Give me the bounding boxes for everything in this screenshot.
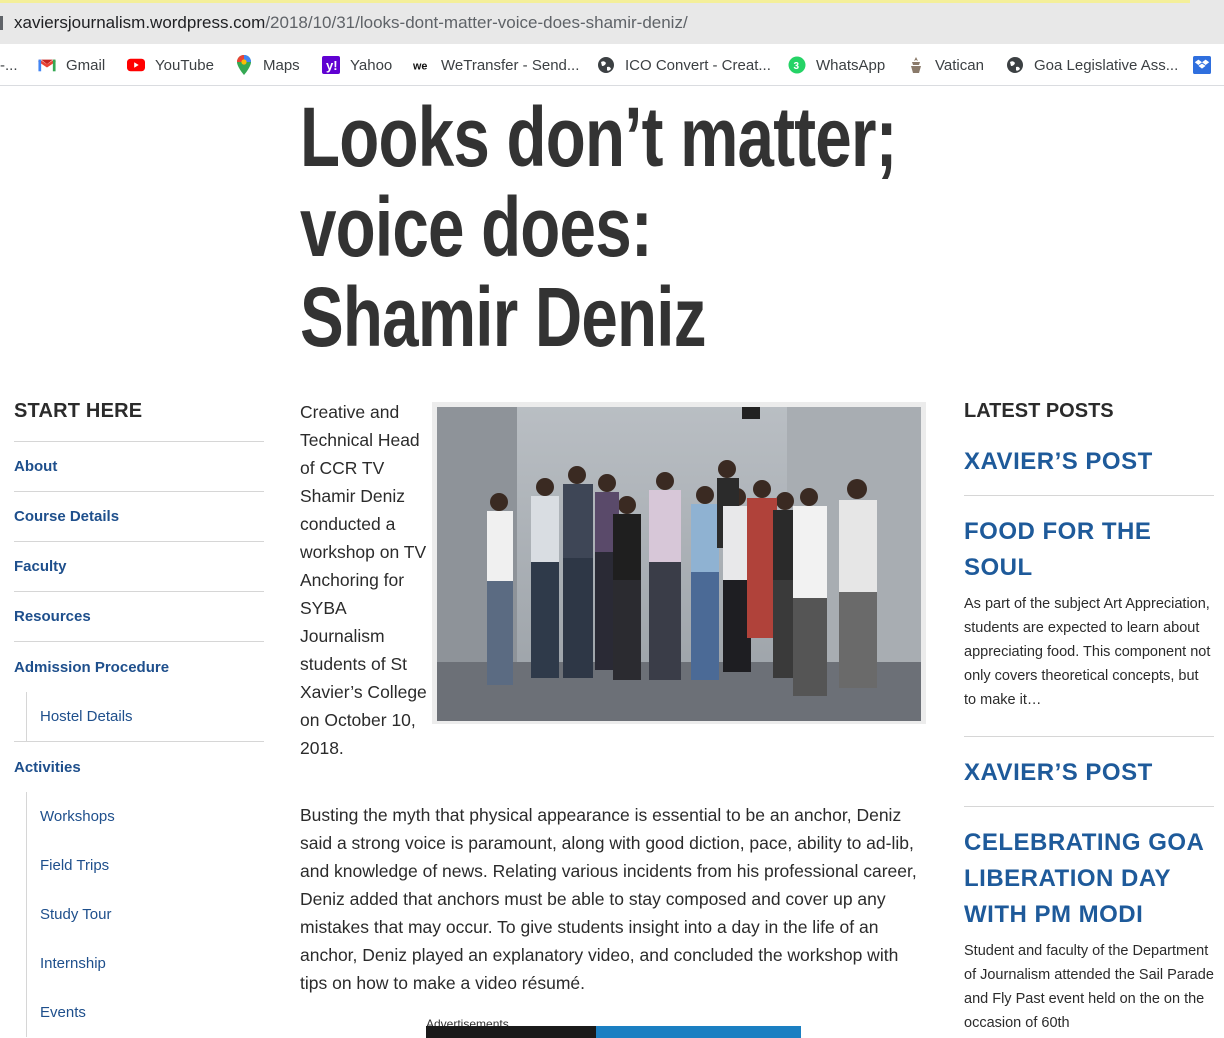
loading-line: [0, 0, 1190, 3]
start-here-menu: START HERE About Course Details Faculty …: [14, 400, 264, 1037]
admission-submenu: Hostel Details: [14, 692, 264, 742]
bookmark-truncated[interactable]: -...: [0, 54, 18, 76]
bookmark-label: Maps: [263, 56, 300, 74]
bookmark-gmail[interactable]: Gmail: [38, 54, 105, 76]
latest-posts-heading: LATEST POSTS: [964, 400, 1114, 422]
nav-resources[interactable]: Resources: [14, 592, 264, 642]
latest-posts-widget: LATEST POSTS XAVIER’S POST FOOD FOR THE …: [964, 400, 1214, 1035]
globe-icon: [597, 56, 615, 74]
nav-study-tour[interactable]: Study Tour: [14, 890, 264, 939]
wetransfer-icon: we: [413, 56, 431, 74]
bookmark-dropbox[interactable]: [1193, 54, 1221, 76]
url-text[interactable]: xaviersjournalism.wordpress.com/2018/10/…: [14, 13, 688, 33]
nav-about[interactable]: About: [14, 442, 264, 492]
bookmark-goa-legislative[interactable]: Goa Legislative Ass...: [1006, 54, 1178, 76]
start-here-heading: START HERE: [14, 400, 264, 442]
bookmark-ico-convert[interactable]: ICO Convert - Creat...: [597, 54, 771, 76]
bookmark-label: Yahoo: [350, 56, 393, 74]
advertisement-image: [426, 1026, 596, 1038]
nav-hostel-details[interactable]: Hostel Details: [14, 692, 264, 741]
bookmark-label: ICO Convert - Creat...: [625, 56, 771, 74]
bookmark-label: Goa Legislative Ass...: [1034, 56, 1179, 74]
divider: [964, 806, 1214, 807]
nav-activities[interactable]: Activities: [14, 742, 264, 792]
latest-post-link[interactable]: CELEBRATING GOA LIBERATION DAY WITH PM M…: [964, 825, 1214, 933]
bookmark-label: Vatican: [935, 56, 984, 74]
maps-icon: [235, 55, 253, 75]
globe-icon: [1006, 56, 1024, 74]
bookmark-label: YouTube: [155, 56, 214, 74]
url-domain: xaviersjournalism.wordpress.com: [14, 13, 266, 32]
post-title: Looks don’t matter; voice does: Shamir D…: [300, 90, 897, 364]
lead-paragraph: Creative and Technical Head of CCR TV Sh…: [300, 402, 427, 758]
group-photo[interactable]: [437, 407, 921, 721]
bookmark-label: Gmail: [66, 56, 106, 74]
post-content: Creative and Technical Head of CCR TV Sh…: [300, 398, 926, 1038]
nav-field-trips[interactable]: Field Trips: [14, 841, 264, 890]
bookmark-yahoo[interactable]: y! Yahoo: [322, 54, 392, 76]
activities-submenu: Workshops Field Trips Study Tour Interns…: [14, 792, 264, 1037]
bookmark-maps[interactable]: Maps: [235, 54, 300, 76]
bookmark-wetransfer[interactable]: we WeTransfer - Send...: [413, 54, 579, 76]
post-title-line: Looks don’t matter;: [300, 90, 897, 184]
svg-text:3: 3: [794, 61, 800, 72]
nav-course-details[interactable]: Course Details: [14, 492, 264, 542]
bookmark-label: -...: [0, 56, 18, 74]
latest-post-excerpt: Student and faculty of the Department of…: [964, 943, 1214, 1031]
divider: [964, 736, 1214, 737]
advertisement-banner[interactable]: [426, 1026, 801, 1038]
dropbox-icon: [1193, 56, 1211, 74]
latest-post-excerpt: As part of the subject Art Appreciation,…: [964, 596, 1211, 708]
svg-text:y!: y!: [326, 58, 338, 73]
vatican-icon: [907, 56, 925, 74]
bookmark-youtube[interactable]: YouTube: [127, 54, 214, 76]
gmail-icon: [38, 56, 56, 74]
bookmarks-bar: -... Gmail YouTube Maps y! Yahoo we WeTr…: [0, 44, 1224, 86]
bookmark-label: WhatsApp: [816, 56, 886, 74]
nav-faculty[interactable]: Faculty: [14, 542, 264, 592]
nav-events[interactable]: Events: [14, 988, 264, 1037]
bookmark-whatsapp[interactable]: 3 WhatsApp: [788, 54, 885, 76]
yahoo-icon: y!: [322, 56, 340, 74]
latest-post-link[interactable]: XAVIER’S POST: [964, 444, 1214, 480]
whatsapp-icon: 3: [788, 56, 806, 74]
nav-admission-procedure[interactable]: Admission Procedure: [14, 642, 264, 692]
post-title-line: voice does:: [300, 180, 653, 274]
nav-internship[interactable]: Internship: [14, 939, 264, 988]
latest-post-link[interactable]: XAVIER’S POST: [964, 755, 1214, 791]
post-title-line: Shamir Deniz: [300, 270, 706, 364]
latest-post-link[interactable]: FOOD FOR THE SOUL: [964, 514, 1174, 586]
bookmark-label: WeTransfer - Send...: [441, 56, 580, 74]
body-paragraph: Busting the myth that physical appearanc…: [300, 805, 917, 993]
url-path: /2018/10/31/looks-dont-matter-voice-does…: [265, 13, 688, 32]
svg-text:we: we: [413, 61, 427, 72]
divider: [964, 495, 1214, 496]
youtube-icon: [127, 56, 145, 74]
site-info-icon[interactable]: [0, 16, 3, 30]
nav-workshops[interactable]: Workshops: [14, 792, 264, 841]
group-photo-frame: [432, 402, 926, 724]
address-bar[interactable]: xaviersjournalism.wordpress.com/2018/10/…: [0, 0, 1224, 44]
bookmark-vatican[interactable]: Vatican: [907, 54, 984, 76]
